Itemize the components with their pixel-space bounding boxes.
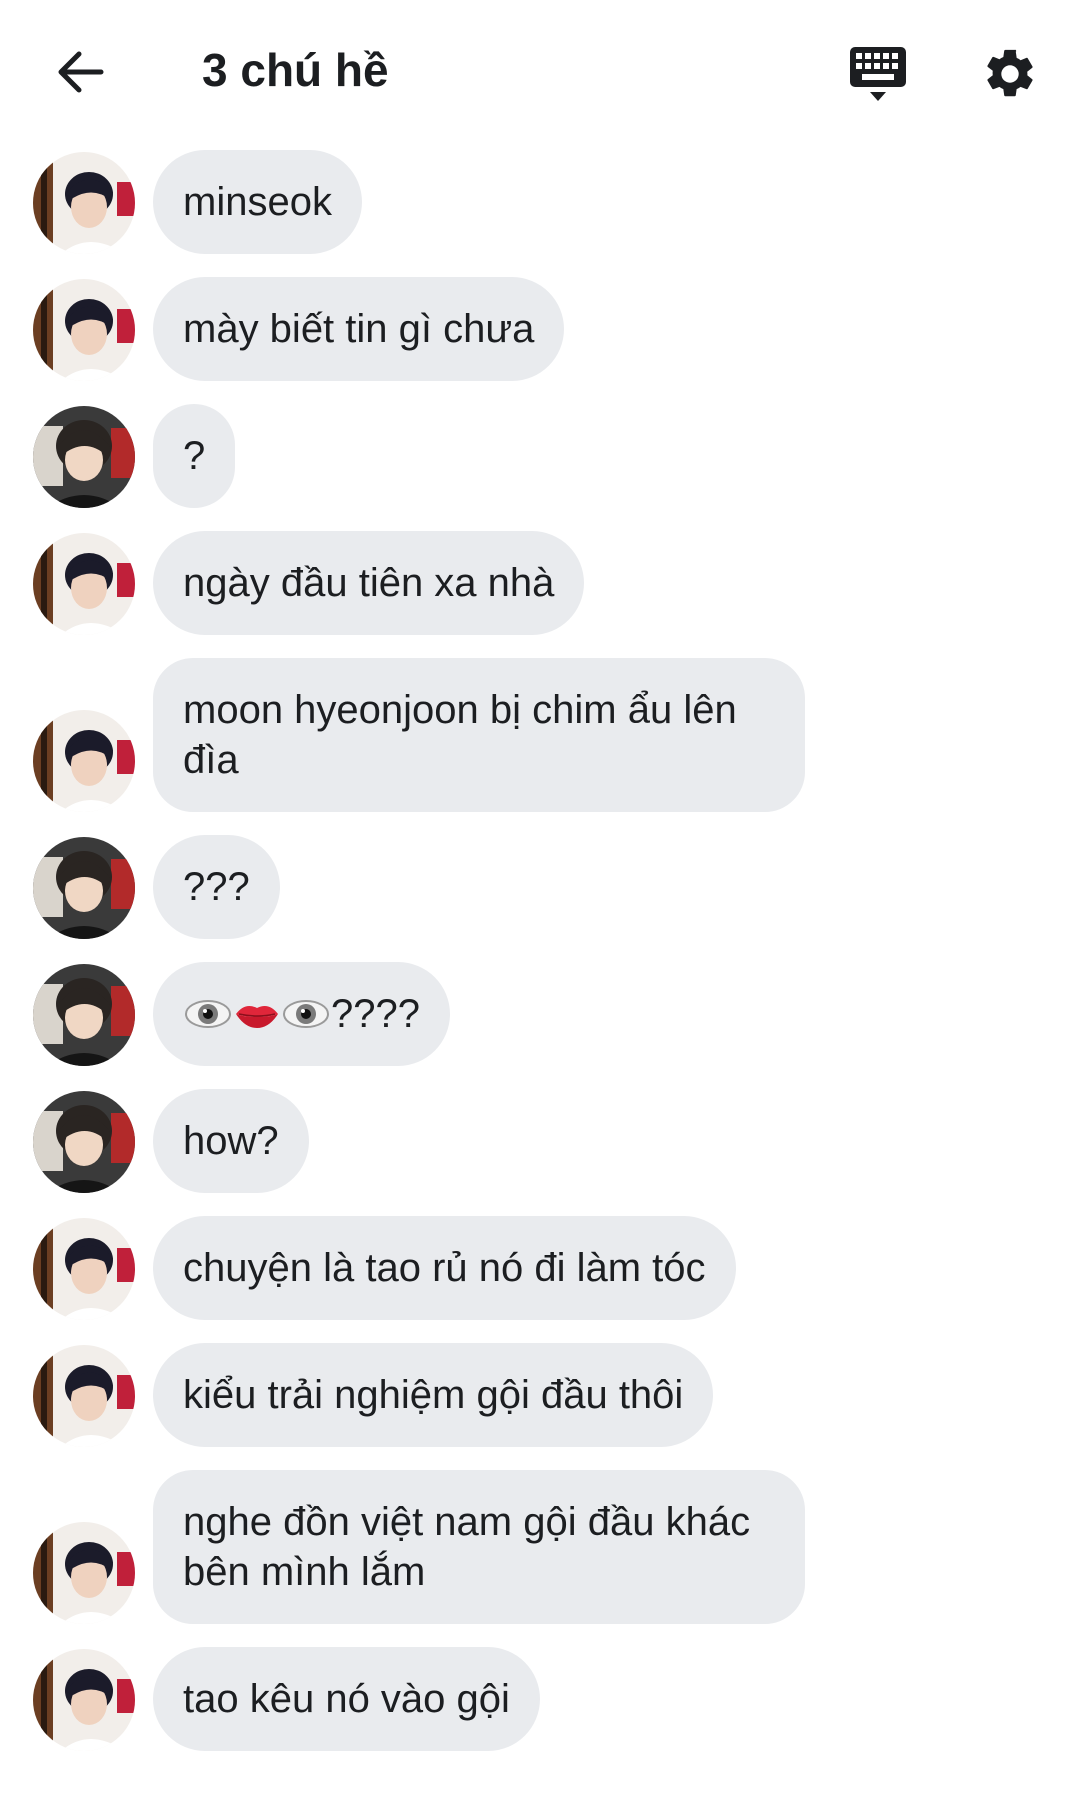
message-row: kiểu trải nghiệm gội đầu thôi (0, 1343, 1080, 1447)
message-bubble[interactable]: ???? (153, 962, 450, 1066)
lips-icon (233, 994, 281, 1034)
avatar-photo (33, 279, 135, 381)
message-bubble[interactable]: minseok (153, 150, 362, 254)
avatar-sender-b[interactable] (33, 964, 135, 1066)
message-bubble[interactable]: ??? (153, 835, 280, 939)
message-row: chuyện là tao rủ nó đi làm tóc (0, 1216, 1080, 1320)
message-bubble[interactable]: mày biết tin gì chưa (153, 277, 565, 381)
avatar-sender-a[interactable] (33, 279, 135, 381)
message-bubble[interactable]: tao kêu nó vào gội (153, 1647, 540, 1751)
avatar-photo (33, 837, 135, 939)
avatar-sender-a[interactable] (33, 1522, 135, 1624)
message-row: ngày đầu tiên xa nhà (0, 531, 1080, 635)
message-bubble[interactable]: how? (153, 1089, 309, 1193)
message-bubble[interactable]: ngày đầu tiên xa nhà (153, 531, 585, 635)
avatar-sender-a[interactable] (33, 1345, 135, 1447)
eye-icon (183, 994, 233, 1034)
avatar-sender-a[interactable] (33, 1218, 135, 1320)
avatar-photo (33, 1649, 135, 1751)
message-bubble[interactable]: nghe đồn việt nam gội đầu khác bên mình … (153, 1470, 805, 1624)
avatar-photo (33, 1522, 135, 1624)
message-row: tao kêu nó vào gội (0, 1647, 1080, 1751)
message-row: nghe đồn việt nam gội đầu khác bên mình … (0, 1470, 1080, 1624)
avatar-photo (33, 152, 135, 254)
avatar-sender-a[interactable] (33, 1649, 135, 1751)
message-row: mày biết tin gì chưa (0, 277, 1080, 381)
conversation-title[interactable]: 3 chú hề (202, 40, 389, 100)
avatar-photo (33, 964, 135, 1066)
avatar-sender-a[interactable] (33, 533, 135, 635)
message-row: how? (0, 1089, 1080, 1193)
message-row: ???? (0, 962, 1080, 1066)
message-text: ???? (331, 992, 420, 1036)
message-row: ??? (0, 835, 1080, 939)
avatar-photo (33, 1345, 135, 1447)
message-row: minseok (0, 150, 1080, 254)
avatar-sender-b[interactable] (33, 1091, 135, 1193)
avatar-photo (33, 533, 135, 635)
message-bubble[interactable]: chuyện là tao rủ nó đi làm tóc (153, 1216, 736, 1320)
avatar-photo (33, 1091, 135, 1193)
arrow-left-icon (58, 51, 104, 93)
message-bubble[interactable]: kiểu trải nghiệm gội đầu thôi (153, 1343, 714, 1447)
eye-icon (281, 994, 331, 1034)
keyboard-icon (850, 47, 906, 101)
avatar-sender-a[interactable] (33, 152, 135, 254)
avatar-sender-b[interactable] (33, 406, 135, 508)
message-bubble[interactable]: moon hyeonjoon bị chim ẩu lên đìa (153, 658, 805, 812)
avatar-photo (33, 406, 135, 508)
message-thread: minseok mày biết tin gì chưa ? ngày đầu … (0, 150, 1080, 1774)
avatar-sender-b[interactable] (33, 837, 135, 939)
message-bubble[interactable]: ? (153, 404, 236, 508)
avatar-photo (33, 1218, 135, 1320)
gear-icon (987, 49, 1033, 97)
message-row: ? (0, 404, 1080, 508)
avatar-sender-a[interactable] (33, 710, 135, 812)
avatar-photo (33, 710, 135, 812)
keyboard-button[interactable] (838, 38, 918, 110)
message-row: moon hyeonjoon bị chim ẩu lên đìa (0, 658, 1080, 812)
chat-header: 3 chú hề (0, 0, 1080, 140)
settings-button[interactable] (970, 34, 1050, 114)
back-button[interactable] (40, 36, 120, 108)
